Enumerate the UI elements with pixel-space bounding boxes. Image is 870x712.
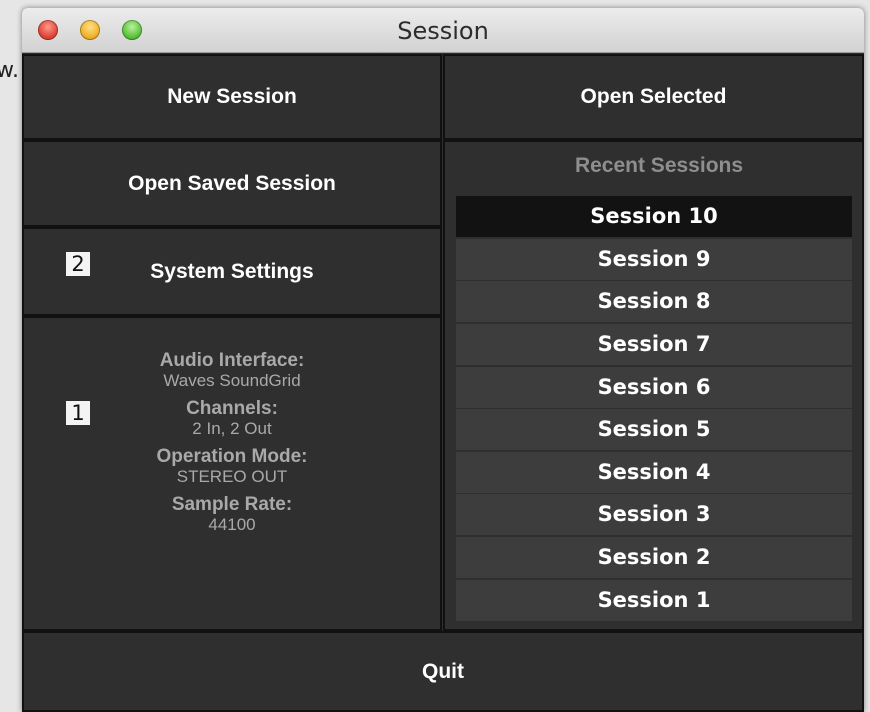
audio-interface-label: Audio Interface: (159, 350, 305, 371)
operation-mode-label: Operation Mode: (156, 446, 308, 467)
sample-rate-label: Sample Rate: (171, 494, 293, 515)
callout-badge-2: 2 (66, 252, 90, 276)
new-session-button[interactable]: New Session (22, 54, 442, 140)
open-saved-session-button[interactable]: Open Saved Session (22, 140, 442, 227)
audio-interface-value: Waves SoundGrid (163, 371, 301, 390)
recent-session-item[interactable]: Session 3 (456, 494, 852, 536)
recent-session-item[interactable]: Session 9 (456, 238, 852, 280)
title-bar: Session (22, 8, 864, 53)
recent-session-item[interactable]: Session 7 (456, 323, 852, 365)
recent-session-item[interactable]: Session 8 (456, 281, 852, 323)
window-title: Session (397, 17, 489, 45)
background-text: w. (0, 58, 19, 83)
sample-rate-value: 44100 (208, 515, 256, 534)
recent-session-item[interactable]: Session 5 (456, 409, 852, 451)
device-info: Audio Interface: Waves SoundGrid Channel… (62, 350, 402, 542)
operation-mode-value: STEREO OUT (176, 467, 288, 486)
channels-value: 2 In, 2 Out (192, 419, 272, 438)
recent-session-item[interactable]: Session 2 (456, 537, 852, 579)
channels-label: Channels: (186, 398, 278, 419)
recent-sessions-header: Recent Sessions (574, 154, 744, 177)
recent-session-item[interactable]: Session 10 (456, 196, 852, 237)
recent-session-item[interactable]: Session 1 (456, 579, 852, 621)
recent-session-item[interactable]: Session 6 (456, 366, 852, 408)
session-window: Session New Session Open Selected Open S… (22, 8, 864, 712)
system-settings-label: System Settings (150, 259, 314, 283)
quit-button[interactable]: Quit (22, 631, 864, 712)
open-selected-button[interactable]: Open Selected (443, 54, 864, 140)
recent-session-item[interactable]: Session 4 (456, 451, 852, 493)
recent-sessions-list: Session 10 Session 9 Session 8 Session 7… (456, 196, 852, 622)
